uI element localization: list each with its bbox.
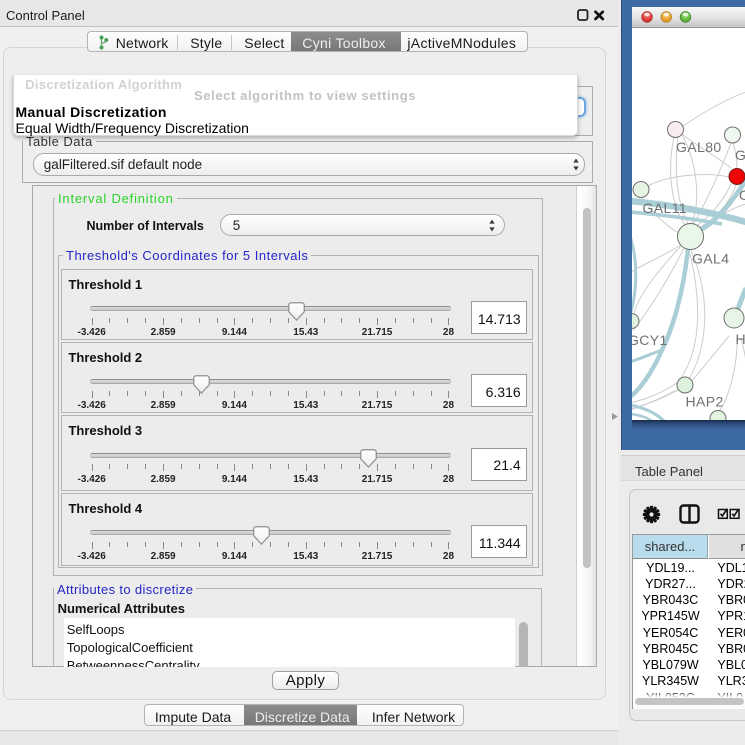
svg-text:C: C: [739, 187, 745, 203]
svg-text:GA: GA: [735, 147, 745, 163]
svg-text:H: H: [736, 331, 745, 347]
svg-text:GAL11: GAL11: [643, 200, 688, 216]
svg-text:GCY1: GCY1: [632, 332, 668, 348]
svg-text:GAL4: GAL4: [692, 251, 729, 267]
svg-text:HAP2: HAP2: [686, 394, 724, 410]
svg-text:GAL80: GAL80: [676, 139, 722, 155]
